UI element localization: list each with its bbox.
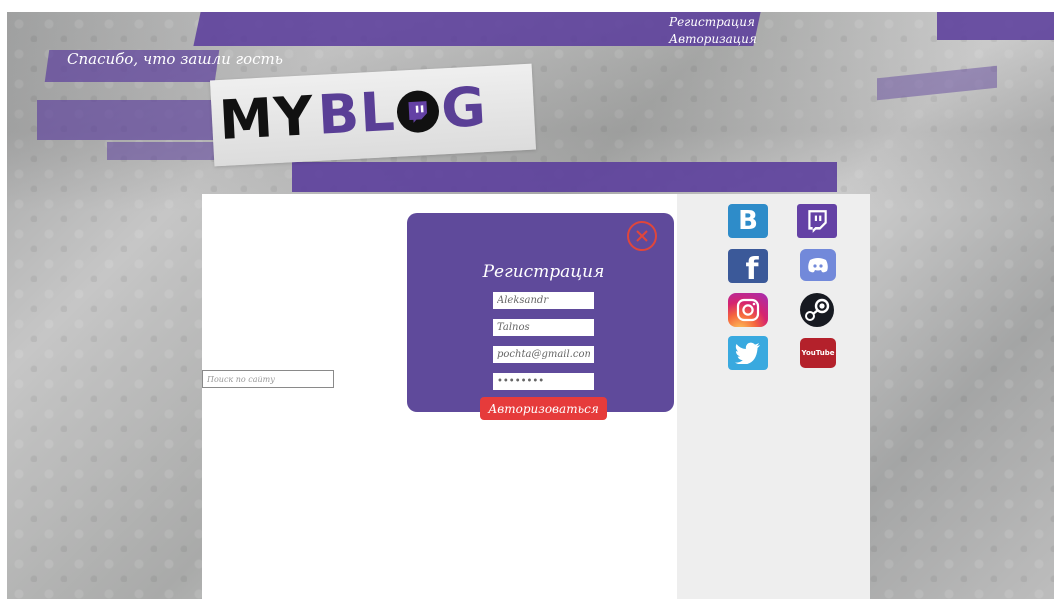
discord-glyph	[808, 258, 828, 273]
twitch-logo-icon	[396, 88, 441, 134]
steam-glyph	[800, 293, 834, 327]
instagram-icon[interactable]	[728, 293, 768, 327]
social-sidebar	[677, 194, 870, 599]
greeting-text: Спасибо, что зашли гость	[67, 50, 283, 68]
header-nav: Регистрация Авторизация	[669, 14, 757, 48]
vk-icon[interactable]: B	[728, 204, 768, 238]
twitch-icon[interactable]	[797, 204, 837, 238]
login-submit-button[interactable]: Авторизоваться	[480, 397, 607, 420]
site-search-input[interactable]	[202, 370, 334, 388]
facebook-letter: f	[745, 251, 759, 287]
nav-register-link[interactable]: Регистрация	[669, 14, 757, 31]
registration-modal: Регистрация Авторизоваться	[407, 213, 674, 420]
twitter-glyph	[735, 342, 760, 364]
paint-stroke	[37, 100, 227, 140]
last-name-field[interactable]	[493, 319, 594, 336]
password-field[interactable]	[493, 373, 594, 390]
youtube-label: YouTube	[801, 349, 835, 357]
close-button[interactable]	[627, 221, 657, 251]
steam-icon[interactable]	[797, 292, 837, 328]
nav-login-link[interactable]: Авторизация	[669, 31, 757, 48]
instagram-glyph	[736, 298, 760, 322]
logo-text-g: G	[439, 75, 489, 141]
modal-title: Регистрация	[482, 262, 605, 282]
paint-stroke	[292, 162, 837, 192]
paint-stroke	[937, 12, 1054, 40]
first-name-field[interactable]	[493, 292, 594, 309]
vk-letter: B	[738, 206, 758, 236]
logo-text-bl: BL	[316, 79, 398, 147]
twitter-icon[interactable]	[728, 336, 768, 370]
youtube-icon[interactable]: YouTube	[800, 338, 836, 368]
twitch-glyph	[808, 210, 827, 233]
close-icon	[636, 230, 648, 242]
email-field[interactable]	[493, 346, 594, 363]
discord-icon[interactable]	[800, 249, 836, 281]
page-background: Спасибо, что зашли гость Регистрация Авт…	[7, 12, 1054, 599]
logo-text-my: MY	[217, 84, 316, 152]
facebook-icon[interactable]: f	[728, 249, 768, 287]
